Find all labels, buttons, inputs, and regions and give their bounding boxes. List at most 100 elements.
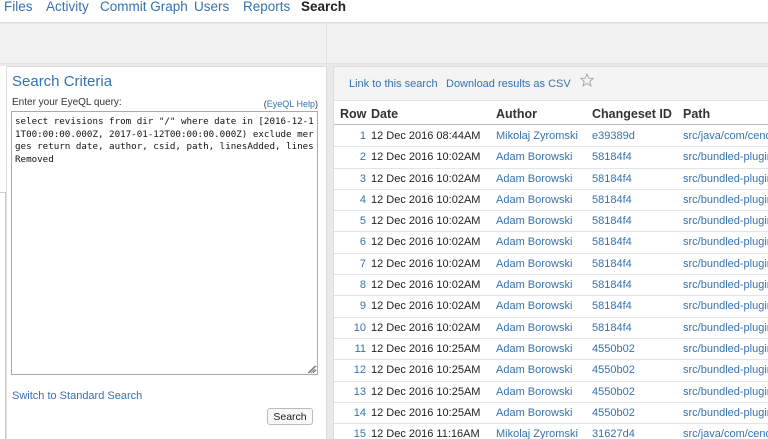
row-path[interactable]: src/bundled-plugin [683,407,768,419]
link-to-search[interactable]: Link to this search [349,78,438,90]
row-author[interactable]: Adam Borowski [496,194,572,206]
row-number[interactable]: 5 [344,215,366,227]
column-changeset-id[interactable]: Changeset ID [592,107,672,121]
row-date: 12 Dec 2016 10:25AM [371,385,481,398]
row-path[interactable]: src/bundled-plugin [683,322,768,334]
column-path[interactable]: Path [683,107,710,121]
row-changeset-id[interactable]: 4550b02 [592,364,635,376]
row-author[interactable]: Adam Borowski [496,386,572,398]
row-changeset-id[interactable]: 4550b02 [592,343,635,355]
row-author[interactable]: Adam Borowski [496,407,572,419]
download-csv-link[interactable]: Download results as CSV [446,78,571,90]
row-path[interactable]: src/bundled-plugin [683,151,768,163]
table-row: 4 12 Dec 2016 10:02AM Adam Borowski 5818… [334,190,768,212]
row-path[interactable]: src/bundled-plugin [683,236,768,248]
table-row: 5 12 Dec 2016 10:02AM Adam Borowski 5818… [334,211,768,233]
row-author[interactable]: Adam Borowski [496,364,572,376]
row-author[interactable]: Adam Borowski [496,300,572,312]
row-changeset-id[interactable]: 58184f4 [592,194,632,206]
row-path[interactable]: src/bundled-plugin [683,215,768,227]
row-date: 12 Dec 2016 10:25AM [371,342,481,355]
table-row: 14 12 Dec 2016 10:25AM Adam Borowski 455… [334,403,768,425]
row-path[interactable]: src/java/com/cenq [683,130,768,142]
row-path[interactable]: src/bundled-plugin [683,258,768,270]
row-changeset-id[interactable]: 58184f4 [592,300,632,312]
row-number[interactable]: 12 [344,364,366,376]
table-row: 7 12 Dec 2016 10:02AM Adam Borowski 5818… [334,254,768,276]
tab-reports[interactable]: Reports [243,0,290,14]
row-path[interactable]: src/bundled-plugin [683,300,768,312]
header-band [0,24,768,64]
row-changeset-id[interactable]: 4550b02 [592,386,635,398]
query-textarea[interactable] [11,111,318,375]
tab-activity[interactable]: Activity [46,0,89,14]
query-label: Enter your EyeQL query: [12,97,122,108]
row-number[interactable]: 7 [344,258,366,270]
row-changeset-id[interactable]: 58184f4 [592,236,632,248]
row-path[interactable]: src/bundled-plugin [683,364,768,376]
tab-files[interactable]: Files [4,0,33,14]
row-date: 12 Dec 2016 10:02AM [371,151,481,164]
eyeql-help-link[interactable]: EyeQL Help [267,99,315,109]
row-changeset-id[interactable]: 58184f4 [592,173,632,185]
row-number[interactable]: 15 [344,428,366,439]
row-number[interactable]: 10 [344,322,366,334]
row-changeset-id[interactable]: 58184f4 [592,279,632,291]
row-changeset-id[interactable]: 58184f4 [592,215,632,227]
table-row: 15 12 Dec 2016 11:16AM Mikolaj Zyromski … [334,424,768,439]
row-path[interactable]: src/bundled-plugin [683,194,768,206]
tab-commit-graph[interactable]: Commit Graph [100,0,188,14]
row-author[interactable]: Adam Borowski [496,151,572,163]
search-button[interactable]: Search [267,408,313,425]
results-panel: Link to this search Download results as … [333,66,768,439]
row-author[interactable]: Adam Borowski [496,258,572,270]
row-path[interactable]: src/bundled-plugin [683,279,768,291]
row-author[interactable]: Adam Borowski [496,279,572,291]
row-author[interactable]: Adam Borowski [496,343,572,355]
row-number[interactable]: 2 [344,151,366,163]
column-date[interactable]: Date [371,107,398,121]
row-changeset-id[interactable]: 58184f4 [592,322,632,334]
star-icon[interactable] [580,73,594,87]
row-number[interactable]: 11 [344,343,366,355]
column-row[interactable]: Row [340,107,366,121]
row-path[interactable]: src/bundled-plugin [683,386,768,398]
row-changeset-id[interactable]: 58184f4 [592,258,632,270]
row-author[interactable]: Adam Borowski [496,236,572,248]
table-row: 13 12 Dec 2016 10:25AM Adam Borowski 455… [334,382,768,403]
panel-title: Search Criteria [12,73,113,90]
row-path[interactable]: src/bundled-plugin [683,173,768,185]
row-number[interactable]: 1 [344,130,366,142]
table-row: 11 12 Dec 2016 10:25AM Adam Borowski 455… [334,339,768,361]
row-number[interactable]: 4 [344,194,366,206]
results-toolbar: Link to this search Download results as … [334,67,768,101]
row-author[interactable]: Mikolaj Zyromski [496,428,578,439]
row-date: 12 Dec 2016 10:02AM [371,215,481,228]
row-number[interactable]: 6 [344,236,366,248]
row-number[interactable]: 14 [344,407,366,419]
row-number[interactable]: 8 [344,279,366,291]
row-date: 12 Dec 2016 10:02AM [371,236,481,249]
row-number[interactable]: 9 [344,300,366,312]
tab-search[interactable]: Search [301,0,346,14]
row-date: 12 Dec 2016 10:25AM [371,364,481,377]
row-author[interactable]: Adam Borowski [496,173,572,185]
resize-handle-icon[interactable] [306,364,316,374]
row-date: 12 Dec 2016 10:02AM [371,193,481,206]
row-author[interactable]: Adam Borowski [496,215,572,227]
row-changeset-id[interactable]: 4550b02 [592,407,635,419]
row-date: 12 Dec 2016 10:02AM [371,279,481,292]
row-author[interactable]: Adam Borowski [496,322,572,334]
row-changeset-id[interactable]: 58184f4 [592,151,632,163]
row-number[interactable]: 3 [344,173,366,185]
table-row: 9 12 Dec 2016 10:02AM Adam Borowski 5818… [334,296,768,318]
column-author[interactable]: Author [496,107,537,121]
row-number[interactable]: 13 [344,386,366,398]
row-path[interactable]: src/java/com/cenq [683,428,768,439]
row-changeset-id[interactable]: 31627d4 [592,428,635,439]
row-path[interactable]: src/bundled-plugin [683,343,768,355]
row-changeset-id[interactable]: e39389d [592,130,635,142]
row-author[interactable]: Mikolaj Zyromski [496,130,578,142]
tab-users[interactable]: Users [194,0,229,14]
switch-standard-search-link[interactable]: Switch to Standard Search [12,390,142,402]
